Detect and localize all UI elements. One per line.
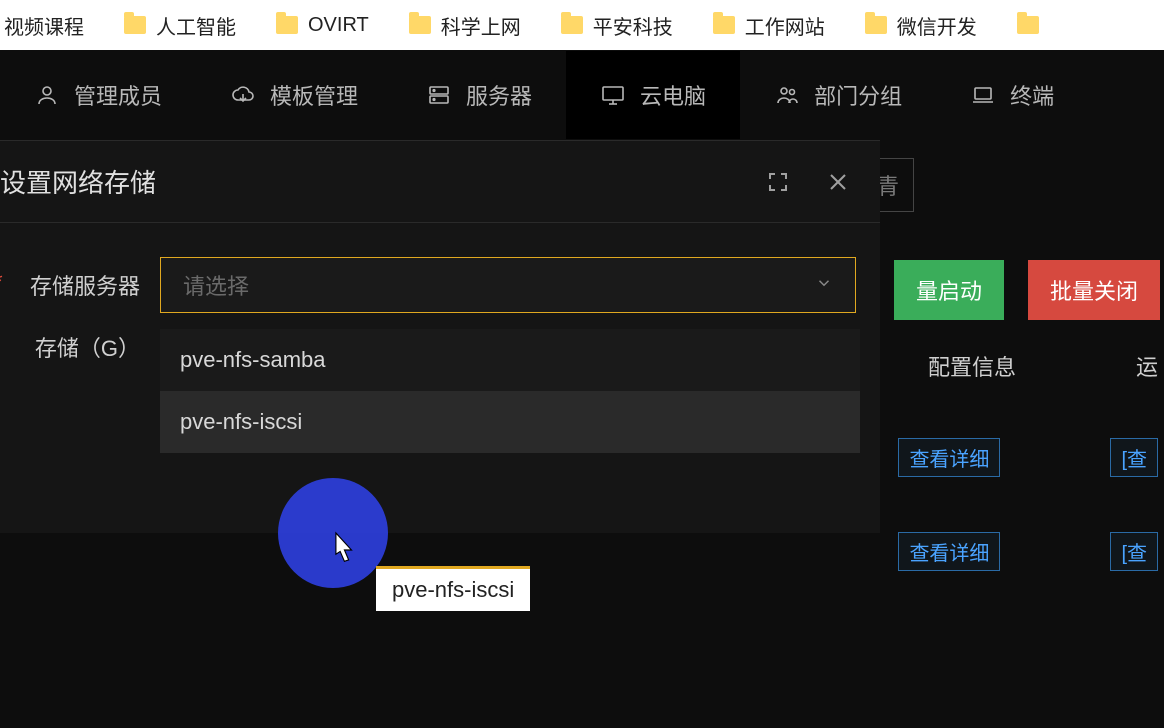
folder-icon (561, 16, 583, 34)
view-detail-link[interactable]: 查看详细 (898, 438, 1000, 477)
column-header-config: 配置信息 (928, 350, 1016, 382)
nav-item-label: 服务器 (466, 79, 532, 111)
nav-item-departments[interactable]: 部门分组 (740, 51, 936, 139)
nav-item-label: 云电脑 (640, 79, 706, 111)
nav-item-members[interactable]: 管理成员 (0, 51, 196, 139)
storage-server-select[interactable]: 请选择 (160, 257, 856, 313)
nav-item-label: 模板管理 (270, 79, 358, 111)
bookmark-item[interactable]: 工作网站 (701, 5, 837, 46)
bookmark-label: 工作网站 (745, 11, 825, 40)
bookmark-label: 人工智能 (156, 11, 236, 40)
content-area: 青 量启动 批量关闭 配置信息 运 查看详细 [查 查看详细 [查 设置网络存储 (0, 140, 1164, 728)
column-header-run: 运 (1136, 350, 1158, 382)
expand-icon[interactable] (766, 170, 790, 194)
folder-icon (713, 16, 735, 34)
nav-item-servers[interactable]: 服务器 (392, 51, 566, 139)
folder-icon (1017, 16, 1039, 34)
top-nav: 管理成员 模板管理 服务器 云电脑 部门分组 终端 (0, 50, 1164, 140)
modal-header: 设置网络存储 (0, 141, 880, 223)
nav-item-label: 管理成员 (74, 79, 162, 111)
nav-item-label: 部门分组 (814, 79, 902, 111)
users-icon (774, 82, 800, 108)
form-row-storage-server: * 存储服务器 请选择 (0, 257, 856, 313)
nav-item-terminal[interactable]: 终端 (936, 51, 1064, 139)
modal-title: 设置网络存储 (0, 163, 156, 200)
field-label-storage-g: 存储（G） (0, 331, 140, 363)
cursor-pointer-icon (326, 530, 360, 575)
nav-item-cloud-pc[interactable]: 云电脑 (566, 51, 740, 139)
chevron-down-icon (815, 274, 833, 297)
close-icon[interactable] (826, 170, 850, 194)
server-icon (426, 82, 452, 108)
modal-body: * 存储服务器 请选择 pve-nfs-samba pve-nfs-iscsi … (0, 223, 880, 533)
bookmark-label: OVIRT (308, 14, 369, 37)
field-label-storage-server: * 存储服务器 (0, 269, 140, 301)
view-detail-link[interactable]: 查看详细 (898, 532, 1000, 571)
dropdown-option[interactable]: pve-nfs-samba (160, 329, 860, 391)
bookmark-item[interactable]: 微信开发 (853, 5, 989, 46)
bookmark-label: 视频课程 (4, 11, 84, 40)
required-star: * (0, 269, 3, 295)
nav-item-label: 终端 (1010, 79, 1054, 111)
user-icon (34, 82, 60, 108)
bookmark-item[interactable]: 视频课程 (0, 5, 96, 46)
nav-item-templates[interactable]: 模板管理 (196, 51, 392, 139)
view-detail-link-edge[interactable]: [查 (1110, 438, 1158, 477)
dropdown-option[interactable]: pve-nfs-iscsi (160, 391, 860, 453)
form-row-storage-g: 存储（G） (0, 331, 140, 363)
bookmark-item[interactable]: OVIRT (264, 8, 381, 43)
folder-icon (276, 16, 298, 34)
bookmark-item[interactable]: 科学上网 (397, 5, 533, 46)
select-placeholder: 请选择 (183, 269, 249, 301)
bookmark-item[interactable]: 人工智能 (112, 5, 248, 46)
folder-icon (865, 16, 887, 34)
bookmark-label: 科学上网 (441, 11, 521, 40)
tooltip: pve-nfs-iscsi (376, 566, 530, 611)
laptop-icon (970, 82, 996, 108)
monitor-icon (600, 82, 626, 108)
settings-modal: 设置网络存储 * 存储服务器 请选择 (0, 140, 880, 533)
bookmark-item[interactable]: 平安科技 (549, 5, 685, 46)
bookmark-item[interactable] (1005, 10, 1051, 40)
bookmark-label: 微信开发 (897, 11, 977, 40)
batch-start-button[interactable]: 量启动 (894, 260, 1004, 320)
folder-icon (409, 16, 431, 34)
view-detail-link-edge[interactable]: [查 (1110, 532, 1158, 571)
folder-icon (124, 16, 146, 34)
bookmarks-bar: 视频课程 人工智能 OVIRT 科学上网 平安科技 工作网站 微信开发 (0, 0, 1164, 50)
bookmark-label: 平安科技 (593, 11, 673, 40)
cloud-icon (230, 82, 256, 108)
storage-server-dropdown: pve-nfs-samba pve-nfs-iscsi (160, 329, 860, 453)
batch-stop-button[interactable]: 批量关闭 (1028, 260, 1160, 320)
